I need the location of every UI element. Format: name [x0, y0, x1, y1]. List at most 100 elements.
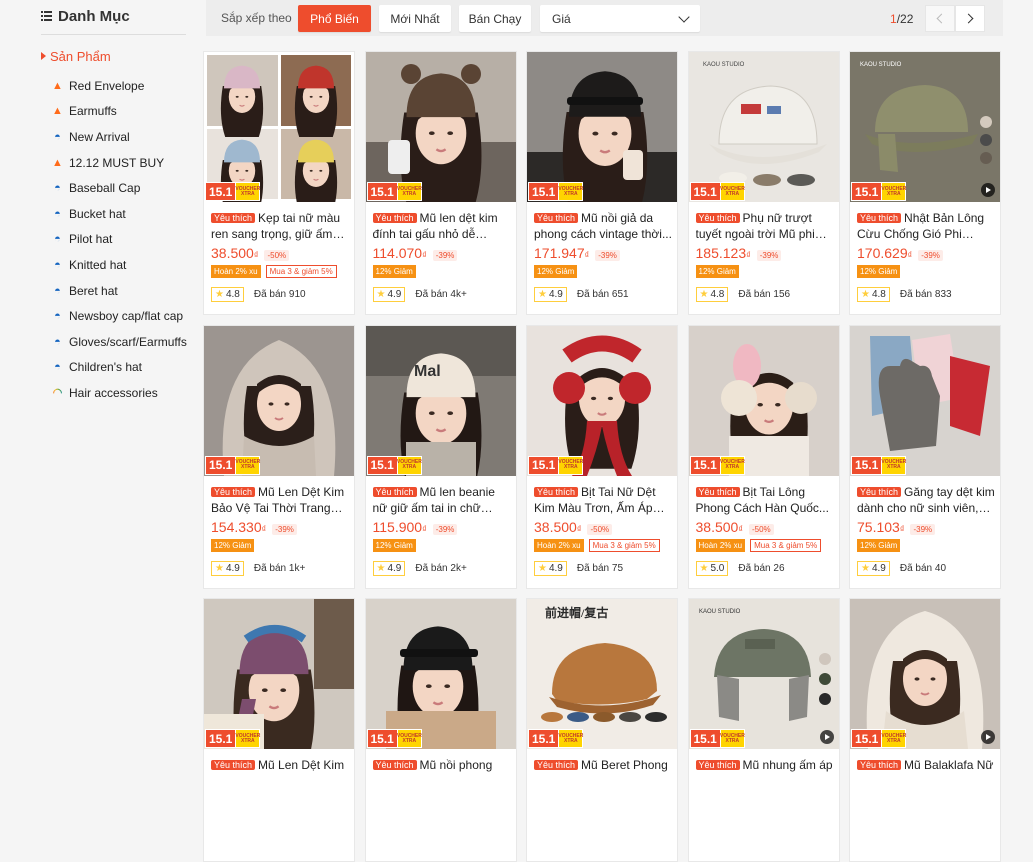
product-image[interactable]: Mal 15.1 VOUCHER XTRA [365, 325, 516, 476]
svg-text:KAOU STUDIO: KAOU STUDIO [703, 62, 745, 68]
currency-symbol: ₫ [261, 523, 267, 534]
product-image[interactable]: KAOU STUDIO 15.1 VOUCHER XTRA [688, 599, 839, 749]
rating-value: 4.9 [387, 289, 402, 300]
product-image[interactable]: KAOU STUDIO 15.1 VOUCHER XTRA [850, 52, 1000, 202]
price-row: 38.500₫ -50% [534, 519, 613, 535]
product-image[interactable]: 15.1 VOUCHER XTRA [850, 325, 1000, 476]
prev-page-button[interactable] [925, 5, 955, 32]
sidebar-item-label: Sản Phẩm [50, 48, 111, 64]
product-card[interactable]: 15.1 VOUCHER XTRA Yêu thích Bịt Tai Nữ Dệt… [526, 324, 678, 589]
star-icon: ★ [699, 289, 709, 300]
svg-text:KAOU STUDIO: KAOU STUDIO [699, 609, 741, 615]
product-image[interactable]: 15.1 VOUCHER XTRA [850, 599, 1000, 749]
cap-icon: ◓ [54, 310, 61, 323]
svg-text:KAOU STUDIO: KAOU STUDIO [860, 62, 902, 68]
product-card[interactable]: 前进帽/复古 15.1 VOUCHER XTRA Yêu thích Mũ Bere… [526, 598, 678, 862]
star-icon: ★ [215, 289, 224, 300]
product-card[interactable]: 15.1 VOUCHER XTRA Yêu thích Kẹp tai nữ màu… [203, 51, 355, 315]
cap-icon: ◓ [54, 361, 61, 374]
sidebar-item-2[interactable]: ▲ Earmuffs [51, 99, 187, 125]
category-header: Danh Mục [41, 6, 130, 26]
sidebar-item-san-pham[interactable]: Sản Phẩm [41, 48, 111, 64]
price-sort-select[interactable]: Giá [540, 5, 700, 32]
sidebar-item-11[interactable]: ◓ Gloves/scarf/Earmuffs [51, 329, 187, 355]
sold-count: Đã bán 833 [899, 289, 952, 300]
product-card[interactable]: KAOU STUDIO 15.1 VOUCHER XTRA Yêu thích Nh… [849, 51, 1001, 315]
rating-value: 4.8 [225, 289, 240, 300]
product-name: Mũ nồi phong [419, 758, 493, 772]
product-card[interactable]: 15.1 VOUCHER XTRA Yêu thích Mũ Len Dệt Kim [203, 598, 355, 862]
sidebar-item-8[interactable]: ◓ Knitted hat [51, 252, 187, 278]
sort-popular-button[interactable]: Phổ Biến [298, 5, 371, 32]
product-image[interactable]: 15.1 VOUCHER XTRA [365, 52, 516, 202]
sidebar-item-label: Knitted hat [69, 257, 127, 272]
voucher-xtra-icon: VOUCHER XTRA [397, 455, 422, 475]
promo-tags: 12% Giảm [857, 265, 901, 278]
product-card[interactable]: 15.1 VOUCHER XTRA Yêu thích Bịt Tai Lông P… [687, 324, 840, 589]
product-image[interactable]: 15.1 VOUCHER XTRA [688, 325, 839, 476]
sidebar-item-1[interactable]: ▲ Red Envelope [51, 73, 187, 99]
promo-tag: Hoàn 2% xu [534, 538, 584, 552]
price-row: 171.947₫ -39% [534, 245, 620, 261]
voucher-badge: 15.1 VOUCHER XTRA [528, 455, 583, 475]
price-row: 75.103₫ -39% [857, 519, 936, 535]
product-card[interactable]: 15.1 VOUCHER XTRA Yêu thích Mũ nồi phong [364, 598, 517, 862]
price-row: 154.330₫ -39% [211, 519, 297, 535]
product-image[interactable]: 前进帽/复古 15.1 VOUCHER XTRA [527, 599, 677, 749]
next-page-button[interactable] [955, 5, 985, 32]
product-image[interactable]: 15.1 VOUCHER XTRA [204, 599, 354, 749]
promo-tag: 12% Giảm [857, 538, 901, 552]
product-image[interactable]: KAOU STUDIO 15.1 VOUCHER XTRA [688, 52, 839, 202]
sidebar-item-6[interactable]: ◓ Bucket hat [51, 201, 187, 227]
sidebar-item-4[interactable]: ▲ 12.12 MUST BUY [51, 150, 187, 176]
product-card[interactable]: 15.1 VOUCHER XTRA Yêu thích Mũ Len Dệt Kim… [203, 324, 355, 589]
voucher-badge: 15.1 VOUCHER XTRA [366, 455, 422, 475]
sidebar-item-3[interactable]: ◓ New Arrival [51, 124, 187, 150]
sidebar-item-9[interactable]: ◓ Beret hat [51, 278, 187, 304]
product-card[interactable]: 15.1 VOUCHER XTRA Yêu thích Mũ len dệt kim… [364, 51, 517, 315]
voucher-badge: 15.1 VOUCHER XTRA [851, 455, 906, 475]
rating-value: 4.9 [548, 289, 563, 300]
sidebar-item-12[interactable]: ◓ Children's hat [51, 355, 187, 381]
product-card[interactable]: 15.1 VOUCHER XTRA Yêu thích Găng tay dệt k… [849, 324, 1001, 589]
sold-count: Đã bán 2k+ [415, 562, 467, 574]
promo-tags: 12% Giảm [211, 538, 255, 552]
product-card[interactable]: KAOU STUDIO 15.1 VOUCHER XTRA Yêu thích Ph… [687, 51, 840, 315]
product-name-block: Yêu thích Mũ len dệt kim đính tai gấu nhỏ… [372, 210, 511, 242]
product-image[interactable]: 15.1 VOUCHER XTRA [365, 599, 516, 749]
promo-tag: Hoàn 2% xu [695, 538, 746, 552]
product-image[interactable]: 15.1 VOUCHER XTRA [204, 52, 354, 202]
sort-latest-button[interactable]: Mới Nhất [379, 5, 451, 32]
discount-badge: -39% [910, 523, 936, 535]
rating-sold-row: ★ 4.8 Đã bán 833 [857, 287, 952, 302]
product-image[interactable]: 15.1 VOUCHER XTRA [527, 325, 677, 476]
category-title: Danh Mục [58, 7, 130, 25]
product-name-block: Yêu thích Bịt Tai Nữ Dệt Kim Màu Trơn, Ấm… [534, 484, 672, 516]
chevron-left-icon [936, 13, 947, 24]
rating-sold-row: ★ 4.9 Đã bán 40 [857, 560, 946, 576]
sidebar-item-13[interactable]: ◠ Hair accessories [51, 380, 187, 406]
sidebar-item-10[interactable]: ◓ Newsboy cap/flat cap [51, 303, 187, 329]
product-image[interactable]: 15.1 VOUCHER XTRA [204, 325, 354, 476]
preferred-badge: Yêu thích [211, 213, 256, 223]
product-card[interactable]: 15.1 VOUCHER XTRA Yêu thích Mũ nồi giả da … [526, 51, 678, 315]
sidebar-item-5[interactable]: ◓ Baseball Cap [51, 175, 187, 201]
product-name-block: Yêu thích Mũ Beret Phong [534, 757, 672, 789]
preferred-badge: Yêu thích [211, 486, 256, 497]
price-row: 114.070₫ -39% [373, 245, 458, 261]
voucher-badge: 15.1 VOUCHER XTRA [851, 729, 906, 748]
product-name: Mũ Len Dệt Kim [258, 758, 345, 772]
sidebar-item-label: Children's hat [69, 360, 142, 375]
product-card[interactable]: 15.1 VOUCHER XTRA Yêu thích Mũ Balaklafa N… [849, 598, 1001, 862]
voucher-xtra-icon: VOUCHER XTRA [235, 182, 260, 201]
sort-top-sales-button[interactable]: Bán Chạy [459, 5, 531, 32]
discount-badge: -39% [272, 523, 297, 535]
event-label: 15.1 [366, 729, 398, 748]
product-price: 114.070₫ [373, 245, 427, 261]
product-image[interactable]: 15.1 VOUCHER XTRA [527, 52, 677, 202]
product-card[interactable]: Mal 15.1 VOUCHER XTRA Yêu thích Mũ len bea… [364, 324, 517, 589]
price-value: 171.947 [534, 245, 585, 261]
discount-badge: -39% [595, 250, 620, 261]
sidebar-item-7[interactable]: ◓ Pilot hat [51, 227, 187, 253]
product-card[interactable]: KAOU STUDIO 15.1 VOUCHER XTRA Yêu thích Mũ… [687, 598, 840, 862]
